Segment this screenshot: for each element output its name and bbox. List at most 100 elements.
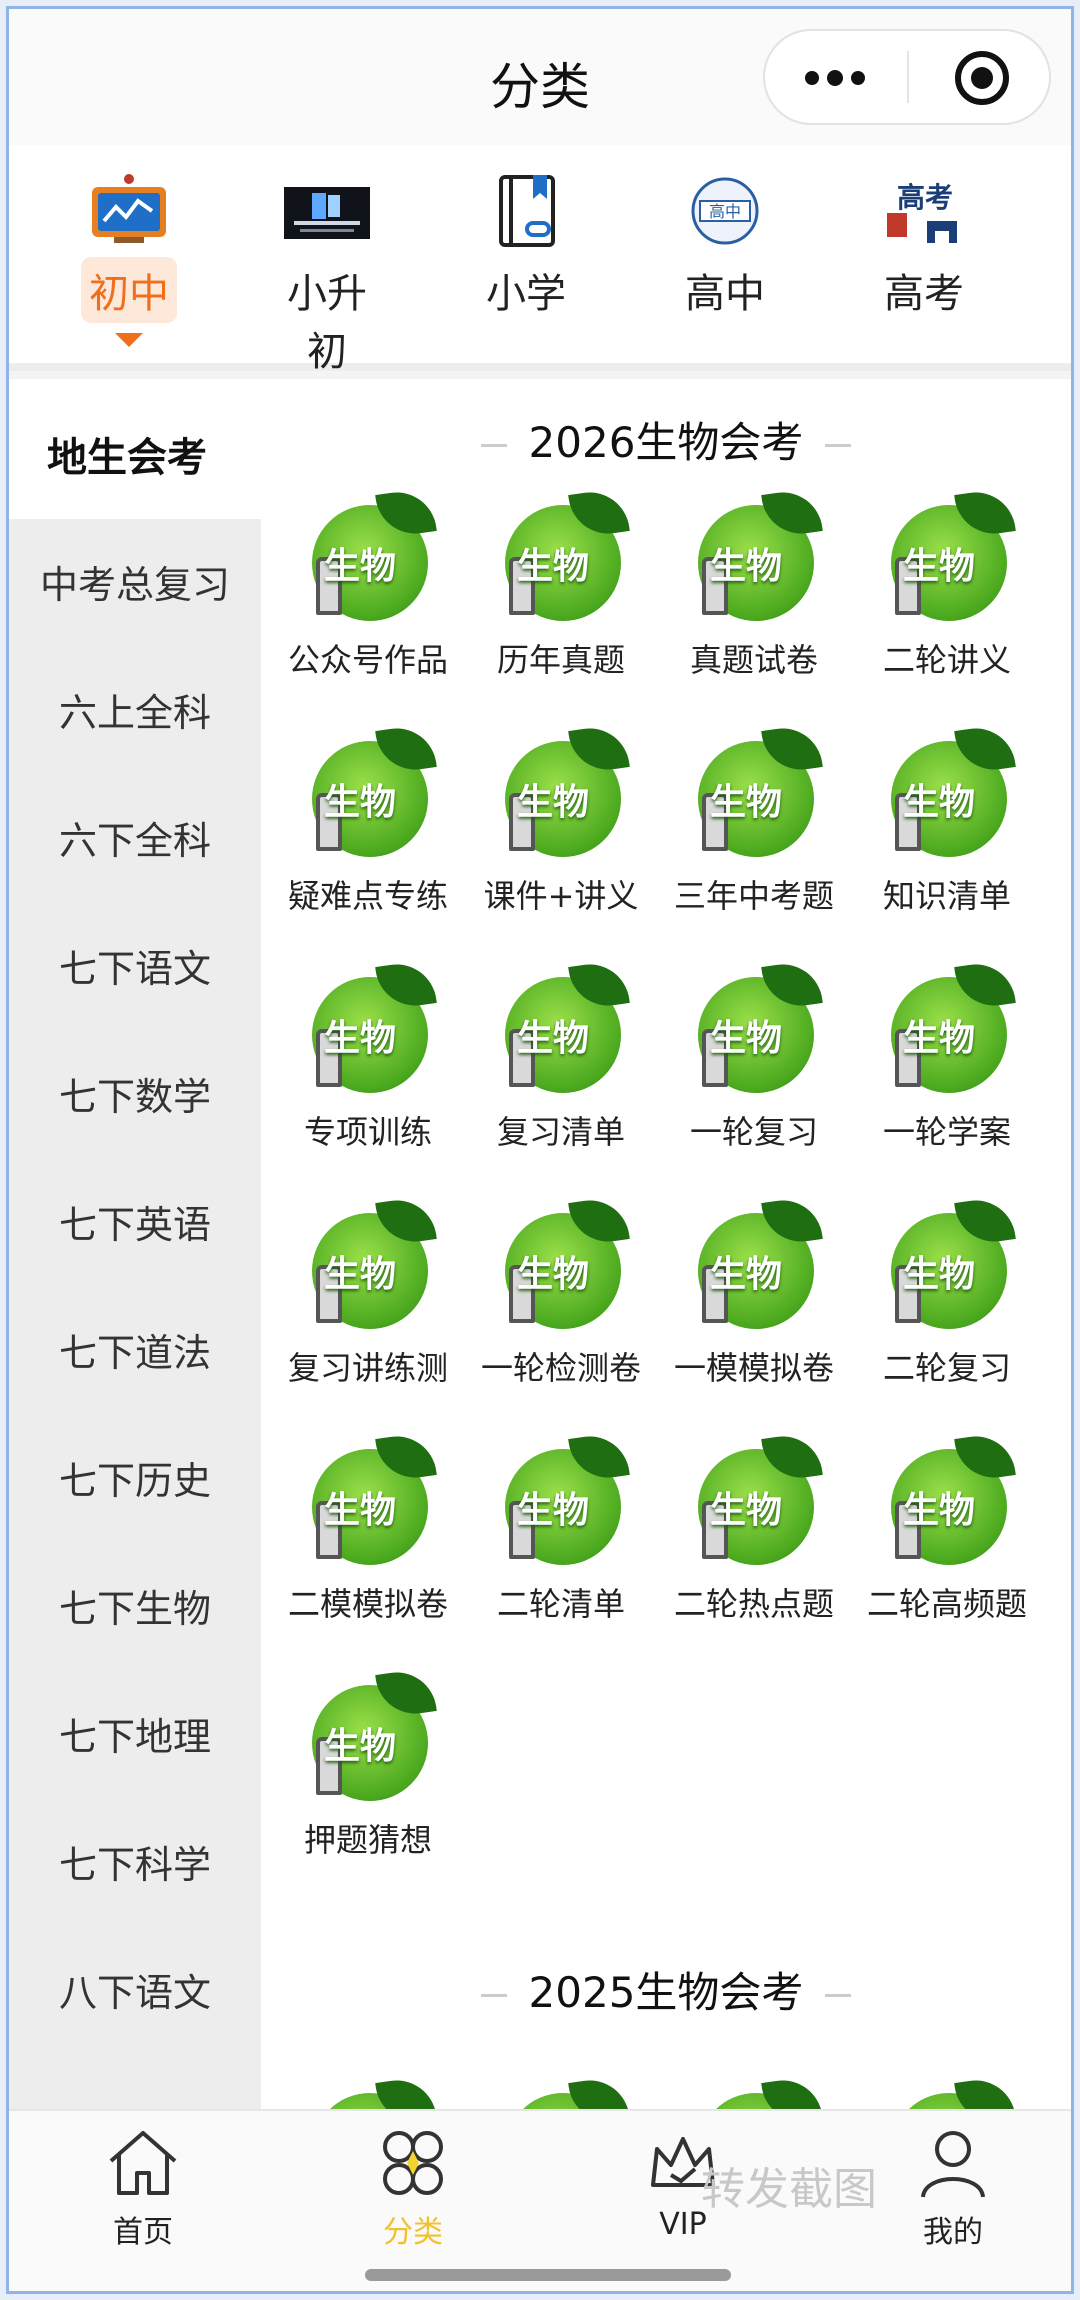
tile-label: 课件+讲义 bbox=[483, 877, 639, 915]
tile-label: 一轮复习 bbox=[689, 1113, 818, 1151]
tile-label: 二轮讲义 bbox=[882, 641, 1011, 679]
tile-label: 二轮复习 bbox=[882, 1349, 1011, 1387]
category-tile[interactable]: 生物课件+讲义 bbox=[464, 723, 658, 917]
section-title: 2025生物会考 bbox=[261, 1959, 1071, 2020]
title-dash bbox=[480, 1994, 507, 1997]
gaokao-gate-icon: 高考 bbox=[879, 173, 969, 249]
grade-tab-primary-to-junior[interactable]: 小升初 bbox=[262, 173, 392, 381]
tile-label: 复习清单 bbox=[496, 1113, 625, 1151]
profile-icon bbox=[913, 2127, 993, 2199]
category-tile[interactable]: 生物 一轮学案 bbox=[850, 959, 1044, 1153]
grade-label: 初中 bbox=[81, 257, 177, 323]
category-tile[interactable]: 生物 疑难点专练 bbox=[271, 723, 465, 917]
grade-tab-senior[interactable]: 高中 高中 bbox=[660, 173, 790, 323]
grade-tab-gaokao[interactable]: 高考 高考 bbox=[859, 173, 989, 323]
tile-label: 三年中考题 bbox=[673, 877, 834, 915]
tab-profile[interactable]: 我的 bbox=[853, 2127, 1053, 2251]
grade-label: 小学 bbox=[486, 271, 566, 317]
sidebar-item[interactable]: 七下生物 bbox=[9, 1545, 261, 1673]
more-options-icon[interactable] bbox=[765, 31, 905, 123]
category-tile[interactable]: 生物 复习清单 bbox=[464, 959, 658, 1153]
title-dash bbox=[480, 444, 507, 447]
sidebar-item[interactable]: 七下道法 bbox=[9, 1289, 261, 1417]
tile-label: 二轮高频题 bbox=[866, 1585, 1027, 1623]
biology-badge-icon: 生物 bbox=[881, 1431, 1016, 1567]
tab-label: 首页 bbox=[113, 2215, 173, 2250]
forward-screenshot-watermark: 转发截图 bbox=[701, 2164, 877, 2215]
tile-label: 疑难点专练 bbox=[287, 877, 448, 915]
biology-badge-icon: 生物 bbox=[688, 487, 823, 623]
tab-category[interactable]: 分类 bbox=[313, 2127, 513, 2251]
biology-badge-icon: 生物 bbox=[881, 1195, 1016, 1331]
tile-label: 押题猜想 bbox=[303, 1821, 432, 1859]
grade-label: 小升初 bbox=[287, 271, 367, 375]
tab-label: 分类 bbox=[383, 2215, 443, 2250]
sidebar-item[interactable]: 七下数学 bbox=[9, 1033, 261, 1161]
tile-label: 真题试卷 bbox=[689, 641, 818, 679]
sidebar-item[interactable]: 七下英语 bbox=[9, 1161, 261, 1289]
title-dash bbox=[825, 1994, 852, 1997]
biology-badge-icon: 生物 bbox=[302, 1431, 437, 1567]
category-tile[interactable]: 生物 二轮热点题 bbox=[657, 1431, 851, 1625]
biology-badge-icon: 生物 bbox=[688, 723, 823, 859]
sidebar-item[interactable]: 中考总复习 bbox=[9, 521, 261, 649]
home-icon bbox=[103, 2127, 183, 2199]
category-tile[interactable]: 生物 一模模拟卷 bbox=[657, 1195, 851, 1389]
tile-label: 二轮清单 bbox=[496, 1585, 625, 1623]
biology-badge-icon: 生物 bbox=[495, 1195, 630, 1331]
sidebar-item[interactable]: 八下语文 bbox=[9, 1929, 261, 2057]
sidebar-item-label: 地生会考 bbox=[47, 435, 207, 481]
category-content: 2026生物会考 2025生物会考 生物 公众号作品 生物 历年真题 生物 真题试卷 生物二… bbox=[261, 379, 1071, 2209]
tile-label: 一轮检测卷 bbox=[480, 1349, 641, 1387]
category-tile[interactable]: 生物 三年中考题 bbox=[657, 723, 851, 917]
close-target-icon[interactable] bbox=[955, 51, 1009, 105]
sidebar-item[interactable]: 七下语文 bbox=[9, 905, 261, 1033]
monitor-chart-icon bbox=[84, 173, 174, 249]
tile-label: 二轮热点题 bbox=[673, 1585, 834, 1623]
category-tile[interactable]: 生物 复习讲练测 bbox=[271, 1195, 465, 1389]
biology-badge-icon: 生物 bbox=[495, 487, 630, 623]
miniprogram-capsule bbox=[763, 29, 1051, 125]
category-tile[interactable]: 生物 一轮复习 bbox=[657, 959, 851, 1153]
category-sidebar: 地生会考 中考总复习 六上全科 六下全科 七下语文 七下数学 七下英语 七下道法… bbox=[9, 379, 261, 2109]
biology-badge-icon: 生物 bbox=[688, 959, 823, 1095]
sidebar-item[interactable]: 六上全科 bbox=[9, 649, 261, 777]
svg-text:高考: 高考 bbox=[897, 181, 953, 214]
category-tile[interactable]: 生物 二轮复习 bbox=[850, 1195, 1044, 1389]
sidebar-item[interactable]: 七下历史 bbox=[9, 1417, 261, 1545]
sidebar-item[interactable]: 七下地理 bbox=[9, 1673, 261, 1801]
grade-tab-junior[interactable]: 初中 bbox=[64, 173, 194, 347]
category-tile[interactable]: 生物 知识清单 bbox=[850, 723, 1044, 917]
home-indicator bbox=[365, 2269, 731, 2281]
sidebar-item[interactable]: 七下科学 bbox=[9, 1801, 261, 1929]
bottom-tab-bar: 首页 分类 VIP 转发截图 我的 bbox=[9, 2109, 1071, 2291]
biology-badge-icon: 生物 bbox=[302, 487, 437, 623]
biology-badge-icon: 生物 bbox=[495, 723, 630, 859]
grade-selector: 初中 小升初 小学 高中 高中 高考 高考 bbox=[9, 145, 1071, 375]
category-tile[interactable]: 生物 真题试卷 bbox=[657, 487, 851, 681]
header-bar: 分类 bbox=[9, 9, 1071, 145]
category-tile[interactable]: 生物 二轮清单 bbox=[464, 1431, 658, 1625]
biology-badge-icon: 生物 bbox=[495, 959, 630, 1095]
category-tile[interactable]: 生物 二轮讲义 bbox=[850, 487, 1044, 681]
category-tile[interactable]: 生物 历年真题 bbox=[464, 487, 658, 681]
category-tile[interactable]: 生物 二模模拟卷 bbox=[271, 1431, 465, 1625]
category-tile[interactable]: 生物 二轮高频题 bbox=[850, 1431, 1044, 1625]
biology-badge-icon: 生物 bbox=[302, 723, 437, 859]
biology-badge-icon: 生物 bbox=[495, 1431, 630, 1567]
category-tile[interactable]: 生物 公众号作品 bbox=[271, 487, 465, 681]
tile-label: 历年真题 bbox=[496, 641, 625, 679]
biology-badge-icon: 生物 bbox=[881, 959, 1016, 1095]
grade-label: 高中 bbox=[685, 271, 765, 317]
poster-thumbnail-icon bbox=[282, 173, 372, 249]
category-tile[interactable]: 生物 一轮检测卷 bbox=[464, 1195, 658, 1389]
category-tile[interactable]: 生物 押题猜想 bbox=[271, 1667, 465, 1861]
biology-badge-icon: 生物 bbox=[302, 1667, 437, 1803]
tab-home[interactable]: 首页 bbox=[43, 2127, 243, 2251]
sidebar-item[interactable]: 六下全科 bbox=[9, 777, 261, 905]
tile-label: 二模模拟卷 bbox=[287, 1585, 448, 1623]
sidebar-item-active[interactable]: 地生会考 bbox=[9, 379, 261, 519]
category-tile[interactable]: 生物 专项训练 bbox=[271, 959, 465, 1153]
tile-label: 一轮学案 bbox=[882, 1113, 1011, 1151]
grade-tab-primary[interactable]: 小学 bbox=[461, 173, 591, 323]
